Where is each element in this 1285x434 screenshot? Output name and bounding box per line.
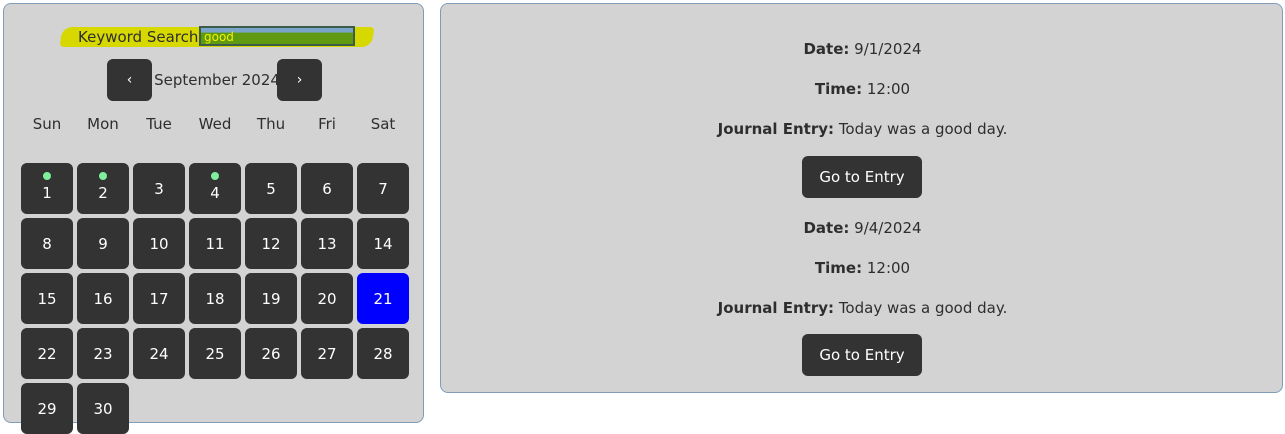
- day-number: 16: [93, 289, 113, 308]
- day-cell-30[interactable]: 30: [77, 383, 129, 434]
- day-number: 18: [205, 289, 225, 308]
- day-number: 17: [149, 289, 169, 308]
- entry-journal-label: Journal Entry:: [717, 299, 835, 317]
- day-number: 26: [261, 344, 281, 363]
- entry-indicator-dot: [43, 172, 51, 180]
- day-number: 14: [373, 234, 393, 253]
- day-number: 3: [154, 179, 164, 198]
- weekday-sat: Sat: [370, 115, 396, 133]
- entry-time-label: Time:: [814, 80, 863, 98]
- day-cell-19[interactable]: 19: [245, 273, 297, 324]
- day-cell-25[interactable]: 25: [189, 328, 241, 379]
- entry-time-label: Time:: [814, 259, 863, 277]
- go-to-entry-button[interactable]: Go to Entry: [802, 334, 922, 376]
- day-number: 11: [205, 234, 225, 253]
- day-number: 20: [317, 289, 337, 308]
- entry-date: Date: 9/1/2024: [441, 39, 1284, 59]
- previous-month-button[interactable]: ‹: [107, 59, 152, 101]
- day-number: 29: [37, 399, 57, 418]
- day-number: 8: [42, 234, 52, 253]
- entry-indicator-dot: [211, 172, 219, 180]
- day-cell-15[interactable]: 15: [21, 273, 73, 324]
- day-cell-10[interactable]: 10: [133, 218, 185, 269]
- day-number: 25: [205, 344, 225, 363]
- day-number: 21: [373, 289, 393, 308]
- weekday-tue: Tue: [146, 115, 172, 133]
- day-number: 5: [266, 179, 276, 198]
- entry-time-value: 12:00: [866, 80, 911, 98]
- weekday-wed: Wed: [198, 115, 232, 133]
- day-number: 1: [42, 183, 52, 202]
- entry-date-value: 9/4/2024: [854, 219, 922, 237]
- day-cell-22[interactable]: 22: [21, 328, 73, 379]
- weekday-thu: Thu: [256, 115, 286, 133]
- day-number: 4: [210, 183, 220, 202]
- month-label: September 2024: [154, 71, 280, 89]
- next-month-button[interactable]: ›: [277, 59, 322, 101]
- day-cell-4[interactable]: 4: [189, 163, 241, 214]
- day-cell-5[interactable]: 5: [245, 163, 297, 214]
- day-number: 13: [317, 234, 337, 253]
- day-number: 27: [317, 344, 337, 363]
- weekday-sun: Sun: [32, 115, 62, 133]
- entry-indicator-dot: [99, 172, 107, 180]
- day-cell-28[interactable]: 28: [357, 328, 409, 379]
- weekday-fri: Fri: [318, 115, 336, 133]
- calendar-panel: Keyword Search: ‹ September 2024 › Sun Mo…: [3, 3, 424, 434]
- entry-time: Time: 12:00: [441, 258, 1284, 278]
- day-cell-21[interactable]: 21: [357, 273, 409, 324]
- day-number: 30: [93, 399, 113, 418]
- day-cell-12[interactable]: 12: [245, 218, 297, 269]
- day-cell-27[interactable]: 27: [301, 328, 353, 379]
- entry-date-label: Date:: [803, 40, 850, 58]
- keyword-search-label: Keyword Search:: [78, 28, 204, 46]
- entry-time-value: 12:00: [866, 259, 911, 277]
- entries-panel: Date: 9/1/2024 Time: 12:00 Journal Entry…: [440, 3, 1283, 393]
- day-cell-29[interactable]: 29: [21, 383, 73, 434]
- day-number: 6: [322, 179, 332, 198]
- day-number: 28: [373, 344, 393, 363]
- keyword-search: Keyword Search:: [56, 26, 376, 48]
- entry-time: Time: 12:00: [441, 79, 1284, 99]
- day-cell-2[interactable]: 2: [77, 163, 129, 214]
- day-number: 2: [98, 183, 108, 202]
- day-number: 22: [37, 344, 57, 363]
- day-number: 19: [261, 289, 281, 308]
- day-cell-7[interactable]: 7: [357, 163, 409, 214]
- entry-journal: Journal Entry: Today was a good day.: [441, 119, 1284, 139]
- day-cell-1[interactable]: 1: [21, 163, 73, 214]
- entry-date: Date: 9/4/2024: [441, 218, 1284, 238]
- day-cell-9[interactable]: 9: [77, 218, 129, 269]
- day-cell-8[interactable]: 8: [21, 218, 73, 269]
- day-number: 12: [261, 234, 281, 253]
- entry-journal-label: Journal Entry:: [717, 120, 835, 138]
- day-cell-11[interactable]: 11: [189, 218, 241, 269]
- day-cell-18[interactable]: 18: [189, 273, 241, 324]
- day-number: 10: [149, 234, 169, 253]
- go-to-entry-button[interactable]: Go to Entry: [802, 156, 922, 198]
- day-cell-24[interactable]: 24: [133, 328, 185, 379]
- entry-date-value: 9/1/2024: [854, 40, 922, 58]
- day-cell-13[interactable]: 13: [301, 218, 353, 269]
- day-number: 23: [93, 344, 113, 363]
- day-number: 9: [98, 234, 108, 253]
- day-cell-23[interactable]: 23: [77, 328, 129, 379]
- day-cell-17[interactable]: 17: [133, 273, 185, 324]
- entry-journal: Journal Entry: Today was a good day.: [441, 298, 1284, 318]
- day-cell-26[interactable]: 26: [245, 328, 297, 379]
- entry-journal-text: Today was a good day.: [838, 120, 1008, 138]
- day-number: 24: [149, 344, 169, 363]
- day-cell-6[interactable]: 6: [301, 163, 353, 214]
- weekday-mon: Mon: [87, 115, 119, 133]
- day-cell-14[interactable]: 14: [357, 218, 409, 269]
- day-number: 15: [37, 289, 57, 308]
- day-cell-3[interactable]: 3: [133, 163, 185, 214]
- keyword-search-input[interactable]: [199, 26, 355, 46]
- entry-date-label: Date:: [803, 219, 850, 237]
- day-number: 7: [378, 179, 388, 198]
- entry-journal-text: Today was a good day.: [838, 299, 1008, 317]
- day-cell-16[interactable]: 16: [77, 273, 129, 324]
- day-cell-20[interactable]: 20: [301, 273, 353, 324]
